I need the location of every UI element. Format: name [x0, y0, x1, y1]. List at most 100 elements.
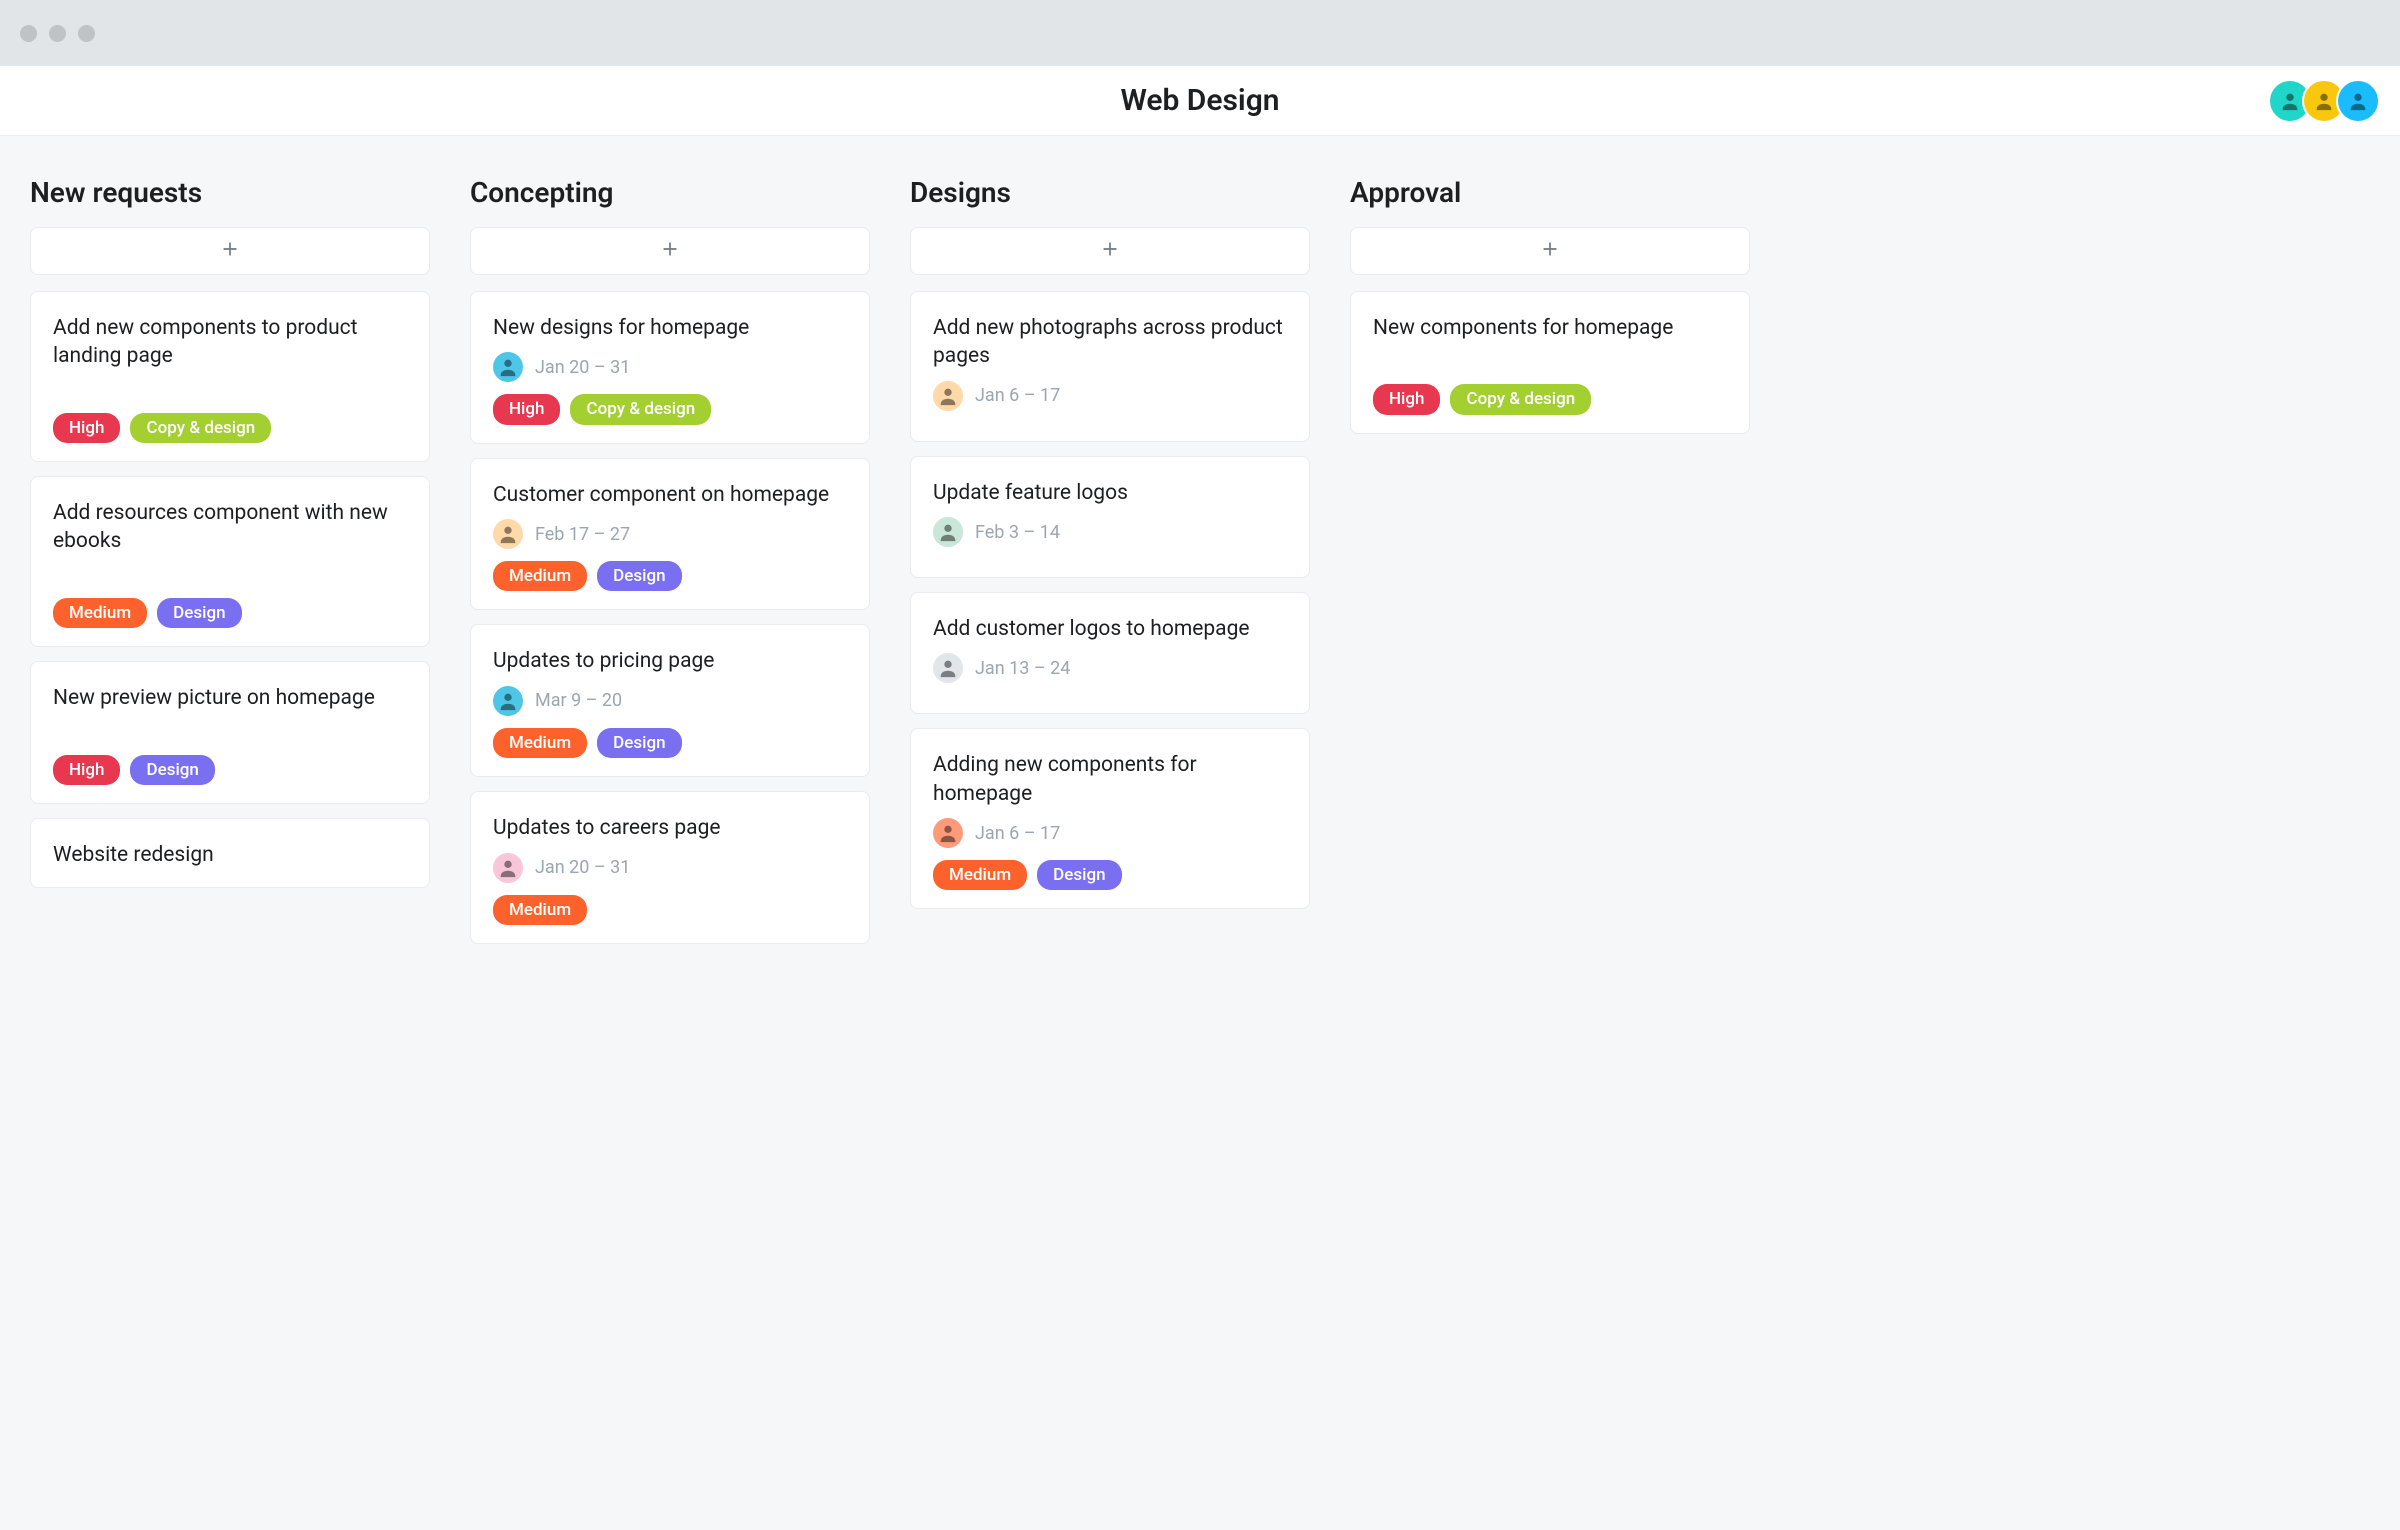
tag-pill[interactable]: Copy & design: [570, 394, 711, 424]
plus-icon: [660, 239, 680, 263]
column-title: Concepting: [470, 176, 870, 209]
card-meta: Jan 6 – 17: [933, 381, 1287, 411]
tag-pill[interactable]: Medium: [493, 728, 587, 758]
add-card-button[interactable]: [1350, 227, 1750, 275]
tag-pill[interactable]: High: [1373, 384, 1440, 414]
tag-pill[interactable]: High: [53, 755, 120, 785]
task-card[interactable]: Website redesign: [30, 818, 430, 888]
task-card[interactable]: Adding new components for homepage Jan 6 …: [910, 728, 1310, 909]
plus-icon: [1540, 239, 1560, 263]
card-tags: High Design: [53, 755, 407, 785]
minimize-window-icon[interactable]: [49, 25, 66, 42]
tag-pill[interactable]: Medium: [933, 860, 1027, 890]
task-card[interactable]: Add customer logos to homepage Jan 13 – 2…: [910, 592, 1310, 714]
tag-pill[interactable]: Design: [130, 755, 214, 785]
card-date: Jan 20 – 31: [535, 857, 630, 878]
window-titlebar: [0, 0, 2400, 66]
card-spacer: [53, 381, 407, 407]
card-meta: Jan 20 – 31: [493, 352, 847, 382]
close-window-icon[interactable]: [20, 25, 37, 42]
card-spacer: [53, 566, 407, 592]
card-title: Add new photographs across product pages: [933, 314, 1287, 371]
card-title: New components for homepage: [1373, 314, 1727, 342]
card-title: Updates to careers page: [493, 814, 847, 842]
card-meta: Jan 6 – 17: [933, 818, 1287, 848]
add-card-button[interactable]: [910, 227, 1310, 275]
column-title: Approval: [1350, 176, 1750, 209]
card-title: Add new components to product landing pa…: [53, 314, 407, 371]
board-column: New requests Add new components to produc…: [30, 176, 430, 902]
collaborator-avatars[interactable]: [2278, 79, 2380, 123]
assignee-avatar[interactable]: [493, 519, 523, 549]
tag-pill[interactable]: High: [493, 394, 560, 424]
task-card[interactable]: Customer component on homepage Feb 17 – 2…: [470, 458, 870, 611]
task-card[interactable]: New preview picture on homepage High Desig…: [30, 661, 430, 804]
page-title: Web Design: [1120, 83, 1279, 118]
add-card-button[interactable]: [470, 227, 870, 275]
tag-pill[interactable]: Copy & design: [1450, 384, 1591, 414]
kanban-board: New requests Add new components to produc…: [0, 136, 2400, 1530]
card-date: Feb 17 – 27: [535, 524, 630, 545]
task-card[interactable]: New designs for homepageJan 20 – 31HighC…: [470, 291, 870, 444]
card-tags: High Copy & design: [53, 413, 407, 443]
card-title: Website redesign: [53, 841, 407, 869]
board-column: ConceptingNew designs for homepageJan 20…: [470, 176, 870, 958]
card-spacer: [1373, 352, 1727, 378]
card-meta: Feb 3 – 14: [933, 517, 1287, 547]
card-tags: Medium Design: [493, 728, 847, 758]
tag-pill[interactable]: Medium: [53, 598, 147, 628]
assignee-avatar[interactable]: [493, 686, 523, 716]
tag-pill[interactable]: Design: [157, 598, 241, 628]
card-tags: Medium Design: [493, 561, 847, 591]
card-tags: High Copy & design: [493, 394, 847, 424]
tag-pill[interactable]: Copy & design: [130, 413, 271, 443]
card-meta: Jan 13 – 24: [933, 653, 1287, 683]
card-date: Jan 13 – 24: [975, 658, 1070, 679]
app-header: Web Design: [0, 66, 2400, 136]
assignee-avatar[interactable]: [933, 381, 963, 411]
assignee-avatar[interactable]: [493, 853, 523, 883]
assignee-avatar[interactable]: [933, 818, 963, 848]
plus-icon: [220, 239, 240, 263]
board-column: Designs Add new photographs across produc…: [910, 176, 1310, 923]
column-title: Designs: [910, 176, 1310, 209]
card-title: Update feature logos: [933, 479, 1287, 507]
card-date: Jan 20 – 31: [535, 357, 630, 378]
tag-pill[interactable]: Design: [597, 561, 681, 591]
card-date: Mar 9 – 20: [535, 690, 622, 711]
board-column: Approval New components for homepage High C…: [1350, 176, 1750, 448]
tag-pill[interactable]: Design: [1037, 860, 1121, 890]
tag-pill[interactable]: Design: [597, 728, 681, 758]
task-card[interactable]: Add resources component with new ebooks M…: [30, 476, 430, 647]
card-title: Updates to pricing page: [493, 647, 847, 675]
card-spacer: [53, 723, 407, 749]
assignee-avatar[interactable]: [493, 352, 523, 382]
assignee-avatar[interactable]: [933, 517, 963, 547]
add-card-button[interactable]: [30, 227, 430, 275]
card-tags: High Copy & design: [1373, 384, 1727, 414]
assignee-avatar[interactable]: [933, 653, 963, 683]
task-card[interactable]: New components for homepage High Copy & de…: [1350, 291, 1750, 434]
card-date: Feb 3 – 14: [975, 522, 1060, 543]
task-card[interactable]: Updates to careers page Jan 20 – 31 Medium: [470, 791, 870, 944]
card-date: Jan 6 – 17: [975, 385, 1060, 406]
card-title: Adding new components for homepage: [933, 751, 1287, 808]
task-card[interactable]: Update feature logos Feb 3 – 14: [910, 456, 1310, 578]
card-meta: Feb 17 – 27: [493, 519, 847, 549]
task-card[interactable]: Updates to pricing page Mar 9 – 20 Medium D…: [470, 624, 870, 777]
tag-pill[interactable]: Medium: [493, 895, 587, 925]
tag-pill[interactable]: High: [53, 413, 120, 443]
task-card[interactable]: Add new photographs across product pages…: [910, 291, 1310, 442]
task-card[interactable]: Add new components to product landing pa…: [30, 291, 430, 462]
column-title: New requests: [30, 176, 430, 209]
card-title: Add customer logos to homepage: [933, 615, 1287, 643]
tag-pill[interactable]: Medium: [493, 561, 587, 591]
card-meta: Jan 20 – 31: [493, 853, 847, 883]
card-tags: Medium Design: [933, 860, 1287, 890]
collaborator-avatar[interactable]: [2336, 79, 2380, 123]
card-title: Customer component on homepage: [493, 481, 847, 509]
maximize-window-icon[interactable]: [78, 25, 95, 42]
card-title: Add resources component with new ebooks: [53, 499, 407, 556]
card-meta: Mar 9 – 20: [493, 686, 847, 716]
card-title: New preview picture on homepage: [53, 684, 407, 712]
